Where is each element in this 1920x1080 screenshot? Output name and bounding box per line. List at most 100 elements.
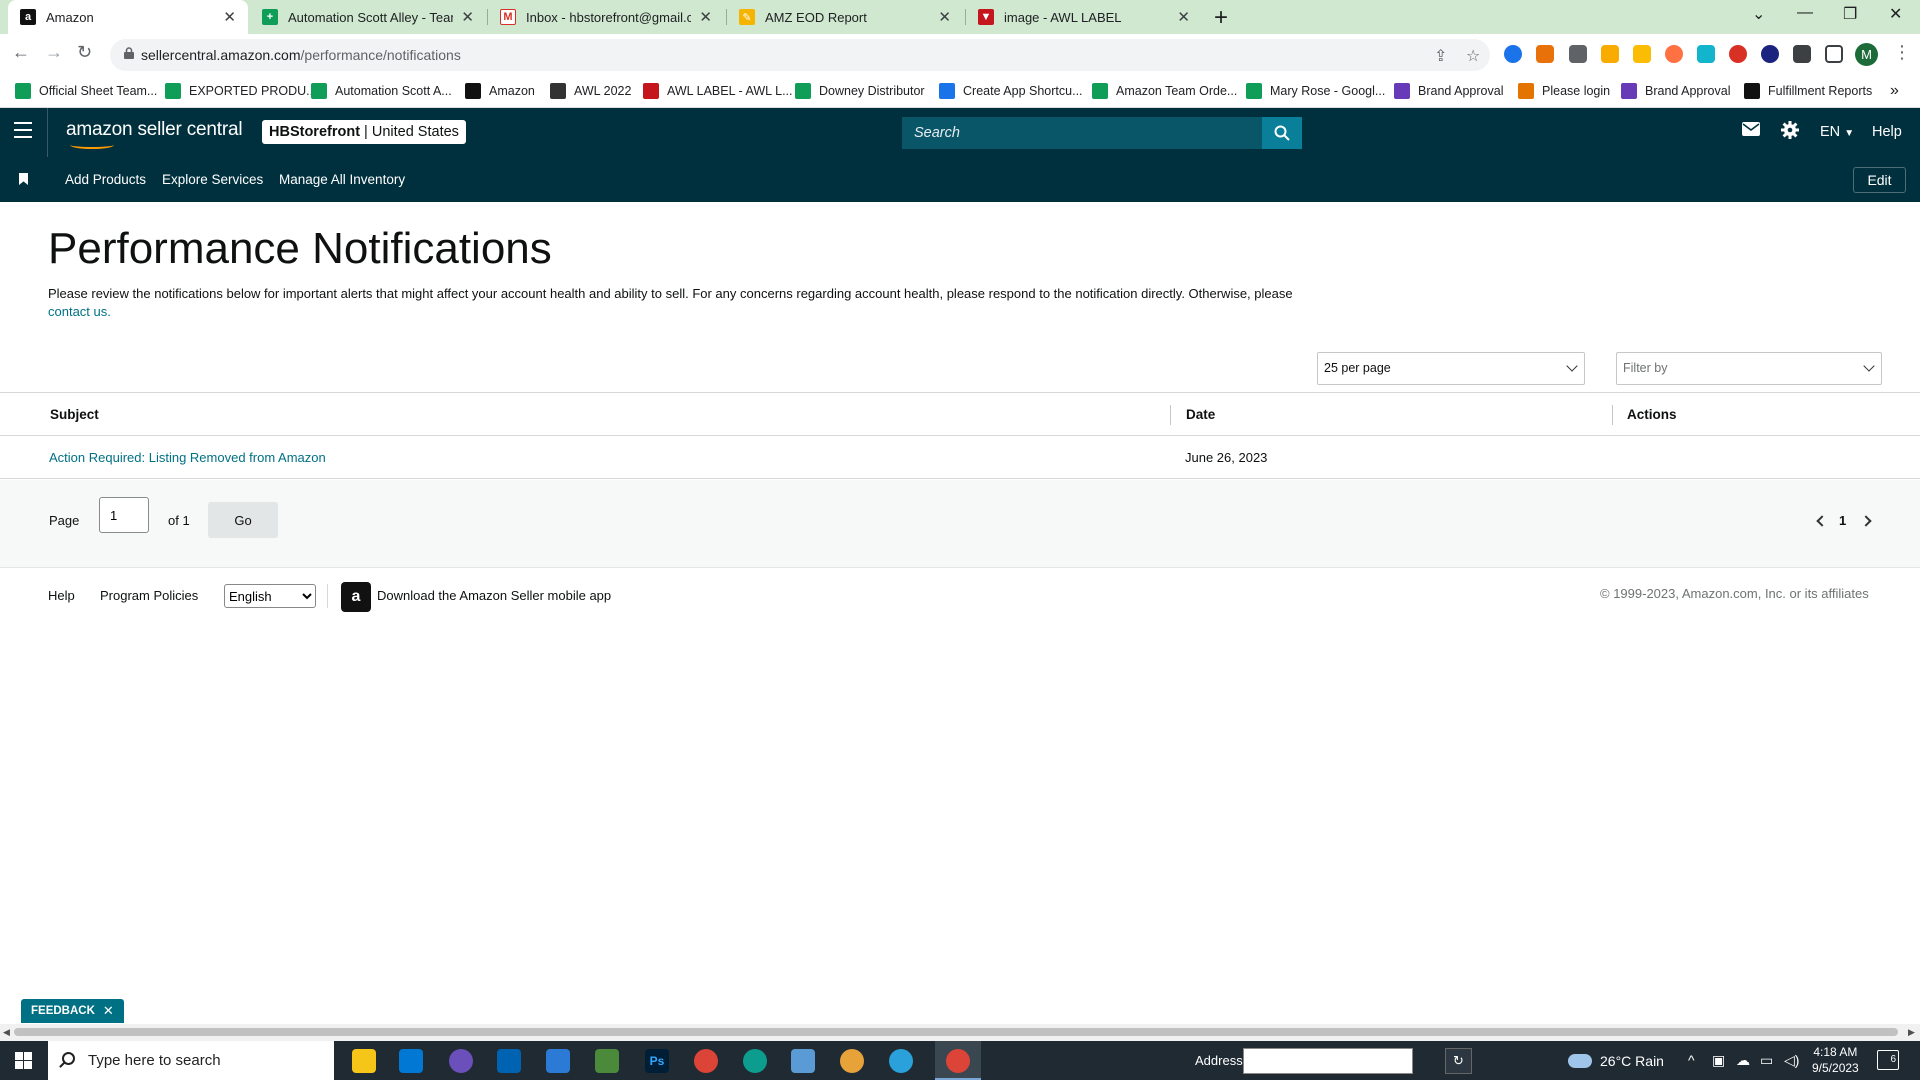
bookmark-item[interactable]: Mary Rose - Googl...: [1246, 83, 1385, 99]
more-menu-icon[interactable]: ⋮: [1893, 42, 1911, 63]
telegram-icon[interactable]: [889, 1049, 913, 1073]
meet-now-icon[interactable]: ▣: [1712, 1052, 1725, 1069]
show-hidden-icons-chevron[interactable]: ^: [1688, 1052, 1695, 1068]
close-icon[interactable]: ✕: [699, 8, 712, 26]
more-bookmarks-chevron-icon[interactable]: »: [1890, 82, 1899, 100]
side-panel-icon[interactable]: [1825, 45, 1843, 63]
extension-icon[interactable]: [1665, 45, 1683, 63]
calculator-icon[interactable]: [595, 1049, 619, 1073]
control-panel-icon[interactable]: [546, 1049, 570, 1073]
nav-manage-all-inventory[interactable]: Manage All Inventory: [279, 172, 405, 187]
search-button[interactable]: [1262, 117, 1302, 149]
horizontal-scrollbar[interactable]: ◀ ▶: [0, 1024, 1920, 1041]
share-icon[interactable]: ⇪: [1434, 46, 1447, 66]
extension-icon[interactable]: [1761, 45, 1779, 63]
close-icon[interactable]: ✕: [223, 8, 236, 26]
current-page-number[interactable]: 1: [1839, 513, 1846, 528]
tab-inbox[interactable]: M Inbox - hbstorefront@gmail.com ✕: [488, 0, 724, 34]
bookmark-item[interactable]: Automation Scott A...: [311, 83, 452, 99]
app-icon[interactable]: [840, 1049, 864, 1073]
windows-start-icon[interactable]: [15, 1052, 32, 1069]
extension-icon[interactable]: [1569, 45, 1587, 63]
network-icon[interactable]: ▭: [1760, 1052, 1773, 1069]
footer-language-select[interactable]: English: [224, 584, 316, 608]
onedrive-cloud-icon[interactable]: ☁: [1736, 1052, 1750, 1069]
go-button[interactable]: Go: [208, 502, 278, 538]
search-input[interactable]: [902, 117, 1262, 149]
edit-nav-button[interactable]: Edit: [1853, 167, 1906, 193]
bookmark-icon[interactable]: [19, 173, 28, 185]
bookmark-item[interactable]: Create App Shortcu...: [939, 83, 1083, 99]
footer-program-policies-link[interactable]: Program Policies: [100, 588, 198, 603]
store-selector[interactable]: HBStorefront | United States: [262, 120, 466, 144]
settings-gear-icon[interactable]: [1781, 121, 1799, 139]
notes-icon[interactable]: [791, 1049, 815, 1073]
address-toolbar-input[interactable]: [1243, 1048, 1413, 1074]
close-icon[interactable]: ✕: [461, 8, 474, 26]
profile-avatar[interactable]: M: [1855, 43, 1878, 66]
bookmark-item[interactable]: EXPORTED PRODU...: [165, 83, 317, 99]
hamburger-menu-icon[interactable]: [14, 122, 32, 143]
cortana-icon[interactable]: [449, 1049, 473, 1073]
feedback-button[interactable]: FEEDBACK ✕: [21, 999, 124, 1023]
extension-icon[interactable]: [1633, 45, 1651, 63]
bookmark-item[interactable]: Brand Approval: [1394, 83, 1503, 99]
reload-icon[interactable]: ↻: [77, 42, 92, 63]
close-icon[interactable]: ✕: [103, 1003, 114, 1019]
taskbar-search-box[interactable]: Type here to search: [48, 1041, 334, 1080]
notification-center-icon[interactable]: 6: [1877, 1050, 1899, 1070]
download-app-link[interactable]: Download the Amazon Seller mobile app: [377, 588, 611, 603]
chevron-right-icon[interactable]: [1860, 515, 1872, 527]
amazon-app-icon[interactable]: a: [341, 582, 371, 612]
weather-widget[interactable]: 26°C Rain: [1568, 1053, 1664, 1069]
extension-icon[interactable]: [1504, 45, 1522, 63]
page-number-input[interactable]: [99, 497, 149, 533]
volume-icon[interactable]: ◁): [1784, 1052, 1799, 1069]
contact-us-link[interactable]: contact us.: [48, 304, 111, 319]
column-header-subject[interactable]: Subject: [50, 407, 99, 422]
back-arrow-icon[interactable]: ←: [12, 42, 30, 63]
scroll-left-arrow-icon[interactable]: ◀: [3, 1027, 10, 1038]
system-clock[interactable]: 4:18 AM 9/5/2023: [1812, 1044, 1859, 1076]
mail-icon[interactable]: [1742, 122, 1760, 136]
tab-amazon[interactable]: a Amazon ✕: [8, 0, 248, 34]
tab-search-chevron-icon[interactable]: ⌄: [1752, 4, 1765, 24]
address-refresh-icon[interactable]: ↻: [1445, 1048, 1472, 1074]
tab-awl-label[interactable]: ▼ image - AWL LABEL ✕: [966, 0, 1202, 34]
photoshop-icon[interactable]: Ps: [645, 1049, 669, 1073]
address-bar[interactable]: sellercentral.amazon.com/performance/not…: [110, 39, 1490, 71]
extension-icon[interactable]: [1536, 45, 1554, 63]
file-explorer-icon[interactable]: [352, 1049, 376, 1073]
bookmark-item[interactable]: Brand Approval: [1621, 83, 1730, 99]
close-window-icon[interactable]: ✕: [1889, 4, 1902, 24]
tab-amz-eod-report[interactable]: ✎ AMZ EOD Report ✕: [727, 0, 963, 34]
extension-icon[interactable]: [1601, 45, 1619, 63]
mail-app-icon[interactable]: [399, 1049, 423, 1073]
bookmark-item[interactable]: Downey Distributor: [795, 83, 925, 99]
scroll-right-arrow-icon[interactable]: ▶: [1908, 1027, 1915, 1038]
chevron-left-icon[interactable]: [1816, 515, 1828, 527]
edge-icon[interactable]: [743, 1049, 767, 1073]
bookmark-item[interactable]: Amazon Team Orde...: [1092, 83, 1237, 99]
help-link[interactable]: Help: [1872, 124, 1902, 140]
close-icon[interactable]: ✕: [938, 8, 951, 26]
bookmark-item[interactable]: Fulfillment Reports: [1744, 83, 1872, 99]
forward-arrow-icon[interactable]: →: [45, 42, 63, 63]
language-selector[interactable]: EN ▼: [1820, 124, 1854, 140]
notification-subject-link[interactable]: Action Required: Listing Removed from Am…: [49, 450, 326, 465]
minimize-icon[interactable]: —: [1797, 4, 1813, 22]
extension-icon[interactable]: [1729, 45, 1747, 63]
bookmark-item[interactable]: AWL LABEL - AWL L...: [643, 83, 793, 99]
nav-explore-services[interactable]: Explore Services: [162, 172, 263, 187]
bookmark-item[interactable]: Please login: [1518, 83, 1610, 99]
bookmark-item[interactable]: Official Sheet Team...: [15, 83, 157, 99]
new-tab-plus-icon[interactable]: +: [1214, 4, 1228, 32]
close-icon[interactable]: ✕: [1177, 8, 1190, 26]
bookmark-item[interactable]: Amazon: [465, 83, 535, 99]
bookmark-item[interactable]: AWL 2022: [550, 83, 631, 99]
tab-automation-scott-alley[interactable]: + Automation Scott Alley - Team O ✕: [250, 0, 486, 34]
column-header-date[interactable]: Date: [1186, 407, 1215, 422]
seller-central-logo[interactable]: amazon seller central: [66, 119, 243, 141]
footer-help-link[interactable]: Help: [48, 588, 75, 603]
nav-add-products[interactable]: Add Products: [65, 172, 146, 187]
